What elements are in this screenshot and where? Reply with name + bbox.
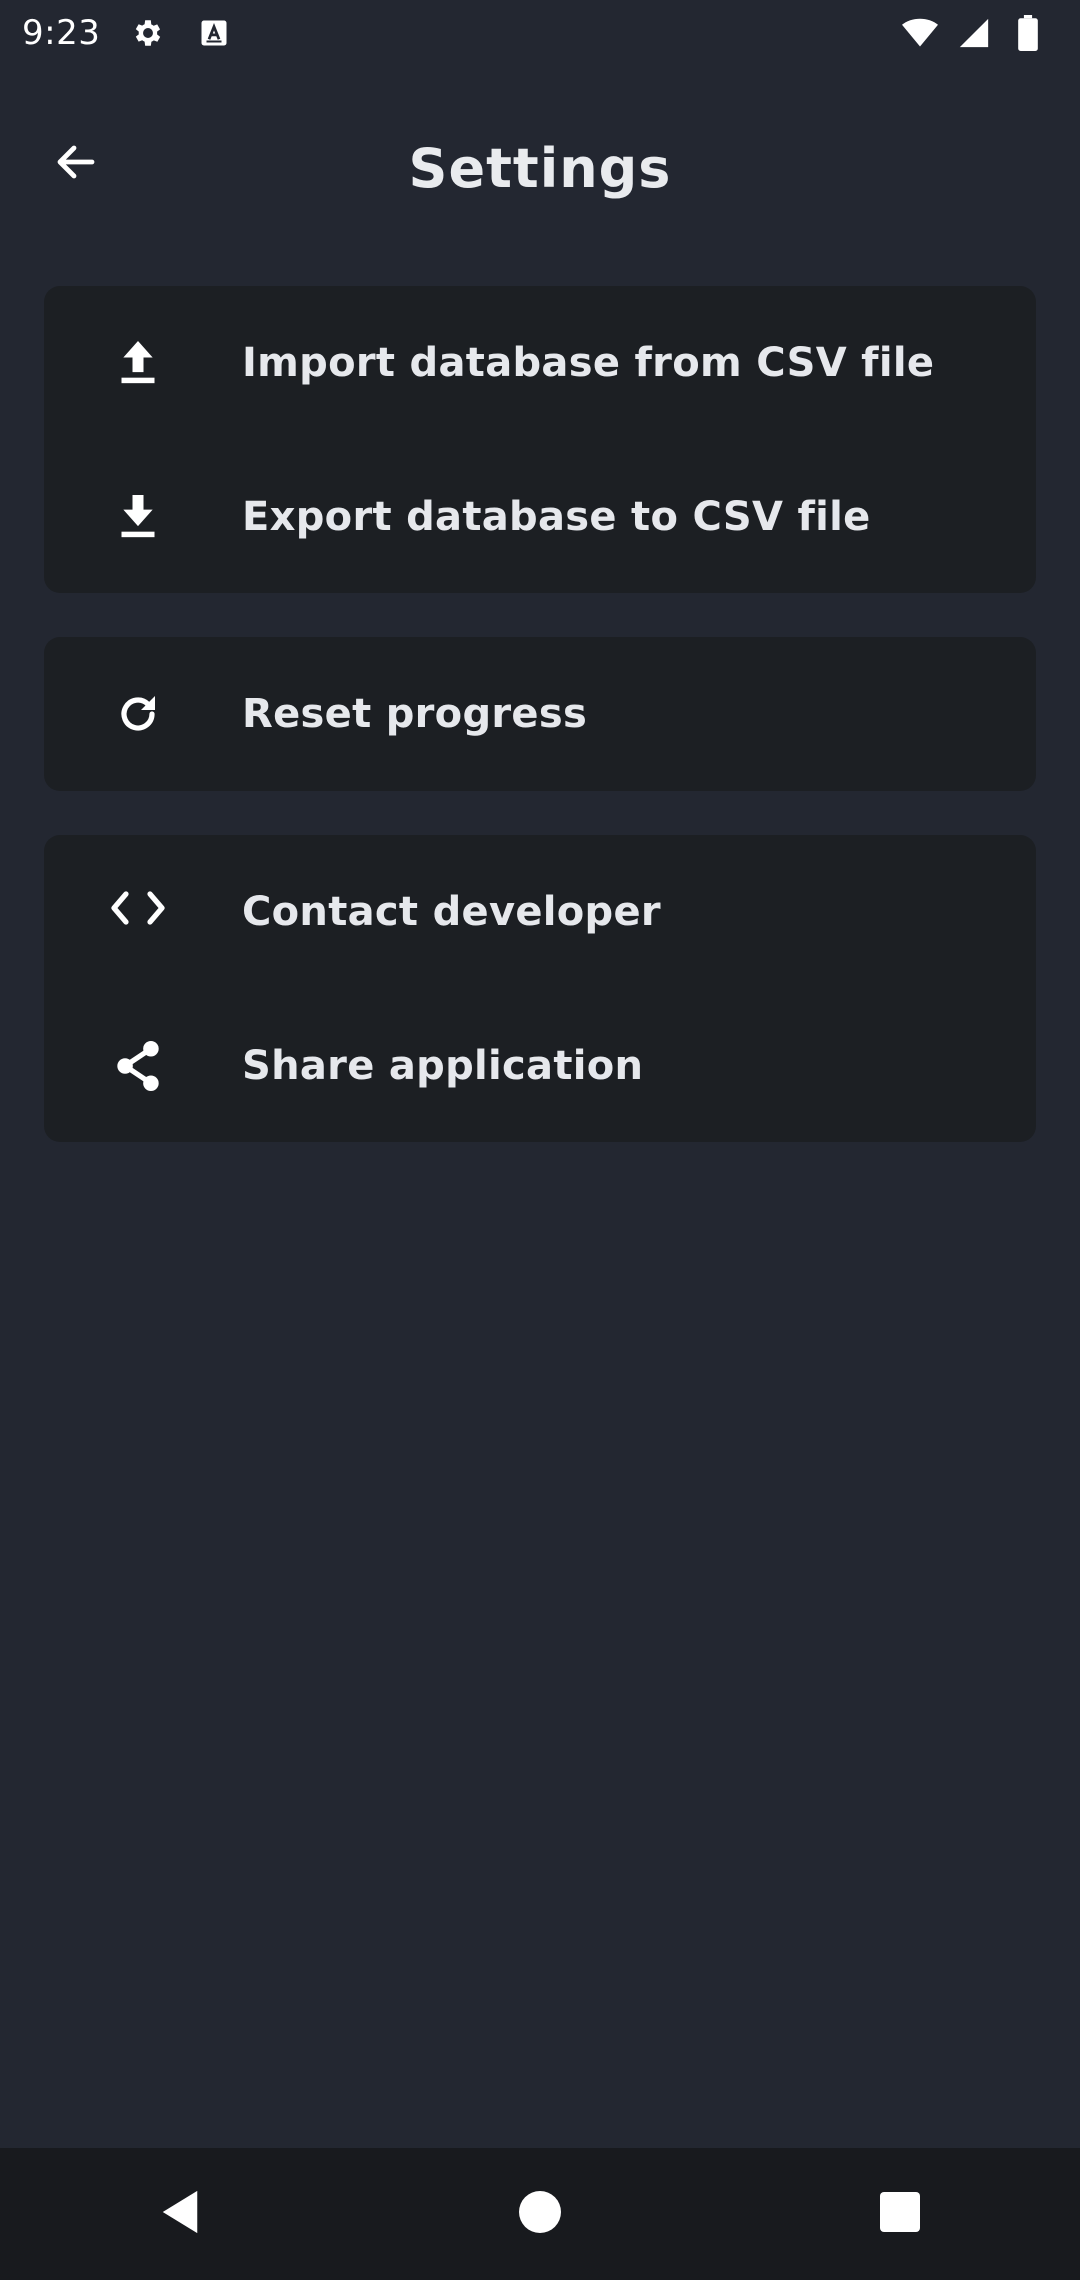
upload-icon — [90, 331, 186, 395]
nav-home-button[interactable] — [480, 2154, 600, 2274]
import-database-label: Import database from CSV file — [242, 340, 935, 386]
export-database-item[interactable]: Export database to CSV file — [44, 440, 1036, 594]
back-button[interactable] — [38, 126, 114, 202]
reset-progress-item[interactable]: Reset progress — [44, 637, 1036, 791]
page-title: Settings — [408, 136, 672, 200]
settings-screen: 9:23 Settings Import database from CSV f… — [0, 0, 1080, 2280]
progress-section-card: Reset progress — [44, 637, 1036, 791]
import-database-item[interactable]: Import database from CSV file — [44, 286, 1036, 440]
status-right — [902, 15, 1058, 51]
contact-developer-label: Contact developer — [242, 889, 661, 935]
nav-back-button[interactable] — [120, 2154, 240, 2274]
status-left: 9:23 — [22, 13, 232, 53]
export-database-label: Export database to CSV file — [242, 494, 871, 540]
about-section-card: Contact developer Share application — [44, 835, 1036, 1142]
refresh-icon — [90, 682, 186, 746]
arrow-back-icon — [52, 138, 100, 190]
home-circle-icon — [519, 2191, 561, 2237]
data-section-card: Import database from CSV file Export dat… — [44, 286, 1036, 593]
share-icon — [90, 1034, 186, 1098]
code-icon — [90, 876, 186, 940]
recents-square-icon — [880, 2192, 920, 2236]
wifi-icon — [902, 15, 938, 51]
a-icon — [196, 15, 232, 51]
share-application-item[interactable]: Share application — [44, 989, 1036, 1143]
nav-recents-button[interactable] — [840, 2154, 960, 2274]
battery-icon — [1010, 15, 1046, 51]
gear-icon — [130, 15, 166, 51]
status-time: 9:23 — [22, 13, 101, 53]
share-application-label: Share application — [242, 1043, 644, 1089]
status-bar: 9:23 — [0, 0, 1080, 66]
app-bar: Settings — [0, 100, 1080, 220]
reset-progress-label: Reset progress — [242, 691, 588, 737]
contact-developer-item[interactable]: Contact developer — [44, 835, 1036, 989]
download-icon — [90, 485, 186, 549]
signal-icon — [956, 15, 992, 51]
system-nav-bar — [0, 2148, 1080, 2280]
back-triangle-icon — [158, 2189, 202, 2239]
